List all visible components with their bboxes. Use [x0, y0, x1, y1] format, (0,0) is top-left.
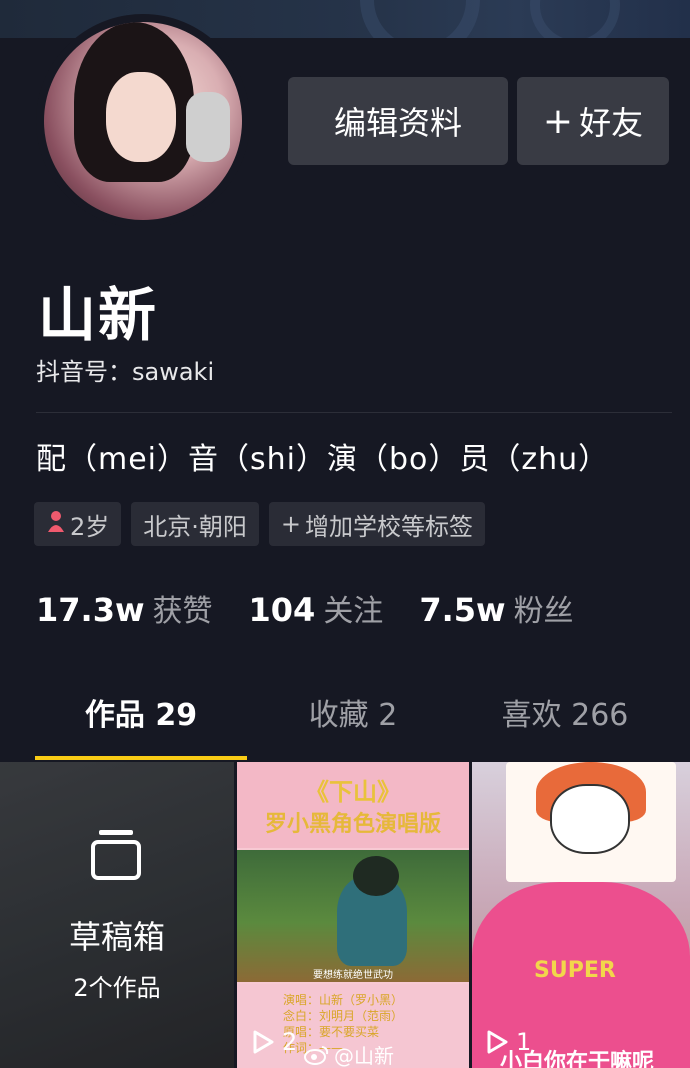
watermark-text: @山新 — [334, 1044, 394, 1068]
douyin-id[interactable]: 抖音号：sawaki — [36, 352, 214, 387]
cover-decoration — [360, 0, 480, 38]
avatar[interactable] — [36, 14, 250, 228]
tag-age-label: 2岁 — [70, 512, 110, 541]
profile-nickname: 山新 — [38, 281, 159, 349]
tag-age[interactable]: 2岁 — [34, 502, 122, 546]
video-poster-subtitle: 罗小黑角色演唱版 — [264, 812, 441, 837]
divider — [36, 412, 672, 413]
add-friend-button[interactable]: + 好友 — [517, 77, 669, 165]
video-grid: 草稿箱 2个作品 《下山》 罗小黑角色演唱版 要想练就绝世武功 演唱：山新（罗小… — [0, 762, 690, 1068]
plus-icon: + — [542, 100, 574, 142]
drafts-tile[interactable]: 草稿箱 2个作品 — [0, 762, 234, 1068]
stat-following-label: 关注 — [323, 594, 384, 629]
cartoon-sticker — [506, 762, 676, 882]
video-tile[interactable]: SUPER 小白你在干嘛呢 — [472, 762, 690, 1068]
drafts-icon — [91, 830, 141, 880]
active-tab-indicator — [35, 756, 247, 760]
profile-tabs: 作品 29 收藏 2 喜欢 266 — [0, 690, 690, 760]
edit-profile-label: 编辑资料 — [333, 104, 462, 142]
stat-following-value: 104 — [248, 591, 316, 629]
stat-following[interactable]: 104 关注 — [249, 586, 384, 630]
video-thumbnail — [237, 850, 469, 982]
stat-likes-value: 17.3w — [36, 591, 145, 629]
edit-profile-button[interactable]: 编辑资料 — [288, 77, 508, 165]
play-count: 2 — [250, 1028, 297, 1056]
stat-likes[interactable]: 17.3w 获赞 — [36, 586, 213, 630]
tag-location-label: 北京·朝阳 — [143, 512, 247, 541]
video-shirt-text: SUPER — [534, 958, 616, 983]
stat-followers-value: 7.5w — [419, 591, 506, 629]
plus-icon: + — [280, 510, 302, 538]
video-poster-title: 《下山》 — [305, 778, 401, 806]
stat-followers[interactable]: 7.5w 粉丝 — [419, 586, 573, 630]
profile-stats: 17.3w 获赞 104 关注 7.5w 粉丝 — [36, 586, 574, 630]
drafts-count: 2个作品 — [73, 974, 161, 1002]
tab-likes[interactable]: 喜欢 266 — [459, 690, 671, 734]
weibo-icon — [304, 1045, 329, 1065]
add-friend-label: 好友 — [579, 104, 644, 142]
play-count-value: 1 — [516, 1028, 532, 1056]
drafts-title: 草稿箱 — [68, 918, 165, 956]
play-icon — [253, 1030, 274, 1054]
tag-location[interactable]: 北京·朝阳 — [131, 502, 259, 546]
video-tile[interactable]: 《下山》 罗小黑角色演唱版 要想练就绝世武功 演唱：山新（罗小黑） 念白：刘明月… — [237, 762, 469, 1068]
play-count-value: 2 — [282, 1028, 298, 1056]
stat-likes-label: 获赞 — [152, 594, 213, 629]
profile-bio: 配（mei）音（shi）演（bo）员（zhu） — [36, 442, 610, 477]
tab-favorites[interactable]: 收藏 2 — [247, 690, 459, 734]
female-icon — [46, 510, 66, 538]
profile-tags: 2岁 北京·朝阳 + 增加学校等标签 — [34, 502, 486, 546]
cover-decoration — [530, 0, 620, 38]
tab-works[interactable]: 作品 29 — [35, 690, 247, 734]
weibo-watermark: @山新 — [304, 1040, 394, 1068]
play-count: 1 — [484, 1028, 531, 1056]
add-tag-button[interactable]: + 增加学校等标签 — [268, 502, 486, 546]
add-tag-label: 增加学校等标签 — [305, 512, 474, 541]
stat-followers-label: 粉丝 — [513, 594, 574, 629]
avatar-photo — [44, 22, 242, 220]
play-icon — [487, 1030, 508, 1054]
video-caption: 要想练就绝世武功 — [313, 970, 393, 981]
